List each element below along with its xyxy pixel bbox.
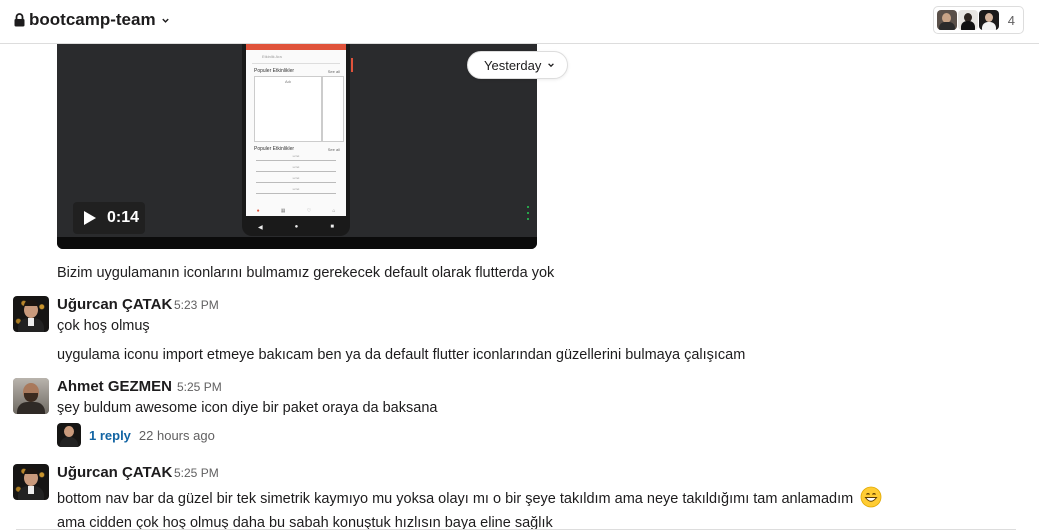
member-count: 4 xyxy=(1007,12,1015,28)
play-icon xyxy=(84,211,96,225)
date-divider-label: Yesterday xyxy=(484,57,542,73)
message-text-row: bottom nav bar da güzel bir tek simetrik… xyxy=(57,486,882,508)
avatar[interactable] xyxy=(13,378,49,414)
app-list-item: ucret xyxy=(256,187,336,194)
lock-icon xyxy=(14,13,25,27)
phone-screen: Etkinlik Ara Populer Etkinlikler See all… xyxy=(246,44,346,216)
thread-replies[interactable]: 1 reply 22 hours ago xyxy=(57,423,215,447)
channel-name-button[interactable]: bootcamp-team xyxy=(14,10,170,30)
message-timestamp[interactable]: 5:25 PM xyxy=(177,380,222,394)
app-event-card xyxy=(322,76,344,142)
message-text: uygulama iconu import etmeye bakıcam ben… xyxy=(57,347,746,363)
avatar[interactable] xyxy=(13,464,49,500)
app-event-card: Adı xyxy=(254,76,322,142)
message-timestamp[interactable]: 5:23 PM xyxy=(174,298,219,312)
message-text: bottom nav bar da güzel bir tek simetrik… xyxy=(57,491,854,507)
app-bottom-nav: ● ▦ ♡ ⌂ xyxy=(246,206,346,216)
home-icon: ● xyxy=(256,208,260,214)
divider xyxy=(16,529,1016,530)
green-dots xyxy=(527,206,530,224)
message-text: şey buldum awesome icon diye bir paket o… xyxy=(57,400,438,416)
sender-name[interactable]: Uğurcan ÇATAK xyxy=(57,296,172,313)
reply-avatar xyxy=(57,423,81,447)
video-progress-bar[interactable] xyxy=(57,237,537,249)
home-dot-icon: ● xyxy=(294,224,299,230)
video-duration: 0:14 xyxy=(107,209,140,226)
phone-mockup: Etkinlik Ara Populer Etkinlikler See all… xyxy=(242,44,350,236)
channel-name: bootcamp-team xyxy=(29,10,156,29)
message-timestamp[interactable]: 5:25 PM xyxy=(174,466,219,480)
sender-name[interactable]: Ahmet GEZMEN xyxy=(57,378,172,395)
app-card-label: Adı xyxy=(284,79,291,84)
chevron-down-icon xyxy=(161,18,169,23)
member-avatar xyxy=(978,10,999,30)
grid-icon: ▦ xyxy=(280,208,286,214)
member-avatar xyxy=(957,10,978,30)
message-text: çok hoş olmuş xyxy=(57,318,150,334)
app-list-item: ucret xyxy=(256,176,336,183)
app-see-all: See all xyxy=(327,147,340,152)
heart-icon: ♡ xyxy=(306,208,312,214)
app-search-field: Etkinlik Ara xyxy=(252,50,340,64)
last-reply-time: 22 hours ago xyxy=(138,427,215,443)
channel-header: bootcamp-team 4 xyxy=(0,0,1039,44)
date-divider-button[interactable]: Yesterday xyxy=(467,51,569,79)
message-text: Bizim uygulamanın iconlarını bulmamız ge… xyxy=(57,265,555,281)
app-list-item: ucret xyxy=(256,154,336,161)
avatar[interactable] xyxy=(13,296,49,332)
android-nav-bar: ◀ ● ■ xyxy=(242,221,350,233)
app-see-all: See all xyxy=(327,69,340,74)
grinning-face-icon xyxy=(860,486,882,508)
recents-icon: ■ xyxy=(330,224,334,230)
phone-side-mark xyxy=(351,58,353,72)
person-icon: ⌂ xyxy=(332,208,336,214)
sender-name[interactable]: Uğurcan ÇATAK xyxy=(57,464,172,481)
play-button[interactable]: 0:14 xyxy=(73,202,145,234)
reply-count-link[interactable]: 1 reply xyxy=(89,428,131,443)
app-section-title: Populer Etkinlikler xyxy=(254,146,295,152)
app-list-item: ucret xyxy=(256,165,336,172)
chevron-down-icon xyxy=(548,63,555,68)
member-avatar xyxy=(936,10,957,30)
video-attachment[interactable]: Etkinlik Ara Populer Etkinlikler See all… xyxy=(57,44,537,249)
members-button[interactable]: 4 xyxy=(932,6,1024,34)
back-icon: ◀ xyxy=(258,224,263,231)
app-section-title: Populer Etkinlikler xyxy=(254,68,295,74)
